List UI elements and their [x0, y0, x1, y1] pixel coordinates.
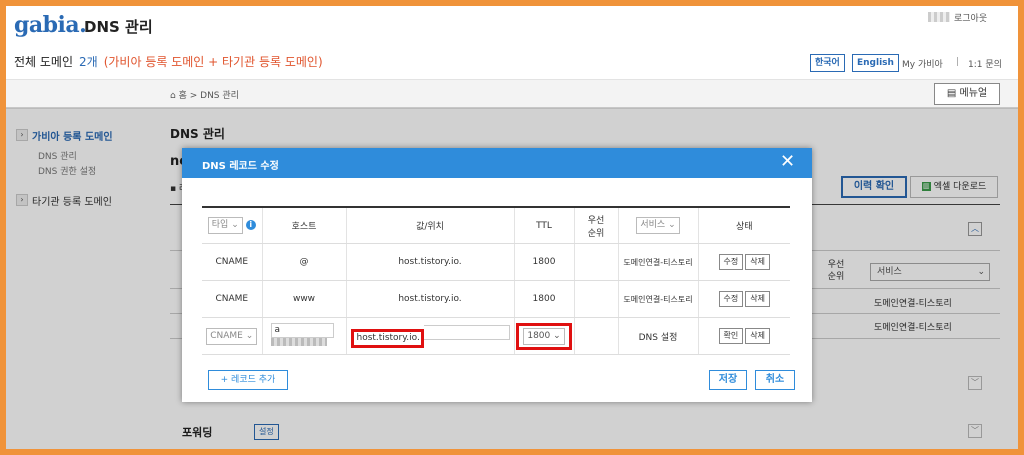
service-select[interactable]: 서비스 ⌄: [636, 217, 680, 234]
type-filter-header: 타입 ⌄ i: [202, 206, 263, 244]
service-cell: 도메인연결-티스토리: [618, 280, 699, 318]
table-row: CNAME @ host.tistory.io. 1800 도메인연결-티스토리…: [202, 243, 790, 281]
dialog-title: DNS 레코드 수정: [202, 161, 279, 172]
add-record-button[interactable]: + 레코드 추가: [208, 370, 288, 390]
ttl-cell: 1800 ⌄: [514, 317, 575, 355]
type-select[interactable]: CNAME ⌄: [206, 327, 258, 345]
lang-ko-button[interactable]: 한국어: [810, 54, 845, 72]
type-cell: CNAME: [202, 280, 263, 318]
domain-label: 전체 도메인: [14, 55, 74, 69]
priority-cell: [574, 243, 619, 281]
mypage-link[interactable]: My 가비아: [902, 57, 943, 70]
value-header: 값/위치: [346, 206, 515, 244]
service-filter-header: 서비스 ⌄: [618, 206, 699, 244]
gabia-logo[interactable]: gabia.: [14, 12, 87, 38]
separator: |: [956, 57, 960, 67]
service-cell: DNS 설정: [618, 317, 699, 355]
app-title: DNS 관리: [84, 18, 153, 36]
browser-page: gabia. DNS 관리 로그아웃 전체 도메인 2개 (가비아 등록 도메인 +…: [6, 6, 1018, 449]
row-actions: 수정 삭제: [698, 243, 790, 281]
qna-link[interactable]: 1:1 문의: [968, 57, 1002, 70]
delete-button[interactable]: 삭제: [745, 291, 770, 307]
value-cell: host.tistory.io.: [346, 280, 515, 318]
lang-en-button[interactable]: English: [852, 54, 899, 72]
host-cell: www: [262, 280, 347, 318]
ttl-highlight: 1800 ⌄: [516, 322, 572, 350]
edit-button[interactable]: 수정: [718, 291, 744, 307]
edit-button[interactable]: 수정: [718, 254, 744, 270]
masked-username: [928, 12, 950, 22]
ttl-select[interactable]: 1800 ⌄: [523, 327, 565, 345]
value-input[interactable]: host.tistory.io.: [350, 328, 424, 348]
row-actions: 확인 삭제: [698, 317, 790, 355]
table-header-row: 타입 ⌄ i 호스트 값/위치 TTL 우선 순위 서비스 ⌄ 상태: [202, 206, 790, 244]
service-cell: 도메인연결-티스토리: [618, 243, 699, 281]
status-header: 상태: [698, 206, 790, 244]
domain-desc: (가비아 등록 도메인 + 타기관 등록 도메인): [103, 55, 323, 69]
confirm-button[interactable]: 확인: [718, 328, 744, 344]
host-header: 호스트: [262, 206, 347, 244]
type-cell: CNAME ⌄: [202, 317, 263, 355]
host-cell: a: [262, 317, 347, 355]
host-cell: @: [262, 243, 347, 281]
type-cell: CNAME: [202, 243, 263, 281]
ttl-header: TTL: [514, 206, 575, 244]
priority-cell: [574, 280, 619, 318]
type-select[interactable]: 타입 ⌄: [207, 217, 243, 234]
priority-header: 우선 순위: [574, 206, 619, 244]
delete-button[interactable]: 삭제: [745, 328, 770, 344]
manual-button[interactable]: ▤ 메뉴얼: [934, 83, 1000, 105]
breadcrumb-bar: [6, 79, 1018, 109]
logout-link[interactable]: 로그아웃: [954, 11, 987, 24]
ttl-cell: 1800: [514, 280, 575, 318]
domain-summary: 전체 도메인 2개 (가비아 등록 도메인 + 타기관 등록 도메인): [14, 53, 323, 70]
priority-cell: [574, 317, 619, 355]
document-icon: ▤: [946, 88, 957, 99]
dns-record-table: 타입 ⌄ i 호스트 값/위치 TTL 우선 순위 서비스 ⌄ 상태 CNAME …: [202, 206, 790, 355]
info-icon[interactable]: i: [245, 220, 256, 230]
close-icon[interactable]: ✕: [780, 152, 795, 172]
value-input-extension[interactable]: [423, 324, 510, 340]
row-actions: 수정 삭제: [698, 280, 790, 318]
dns-record-edit-dialog: DNS 레코드 수정 ✕ 타입 ⌄ i 호스트 값/위치 TTL 우선 순위 서비…: [182, 148, 812, 402]
delete-button[interactable]: 삭제: [745, 254, 770, 270]
table-row: CNAME www host.tistory.io. 1800 도메인연결-티스…: [202, 280, 790, 318]
value-cell: host.tistory.io.: [346, 243, 515, 281]
cancel-button[interactable]: 취소: [755, 370, 795, 390]
ttl-cell: 1800: [514, 243, 575, 281]
home-icon[interactable]: ⌂: [170, 91, 176, 101]
masked-text: [270, 338, 327, 346]
breadcrumb: ⌂ 홈 > DNS 관리: [170, 91, 239, 101]
edit-row: CNAME ⌄ a host.tistory.io. 1800 ⌄ DNS 설정…: [202, 317, 790, 355]
domain-count[interactable]: 2개: [79, 55, 98, 69]
value-cell: host.tistory.io.: [346, 317, 515, 355]
host-input[interactable]: a: [270, 323, 334, 338]
save-button[interactable]: 저장: [709, 370, 747, 390]
